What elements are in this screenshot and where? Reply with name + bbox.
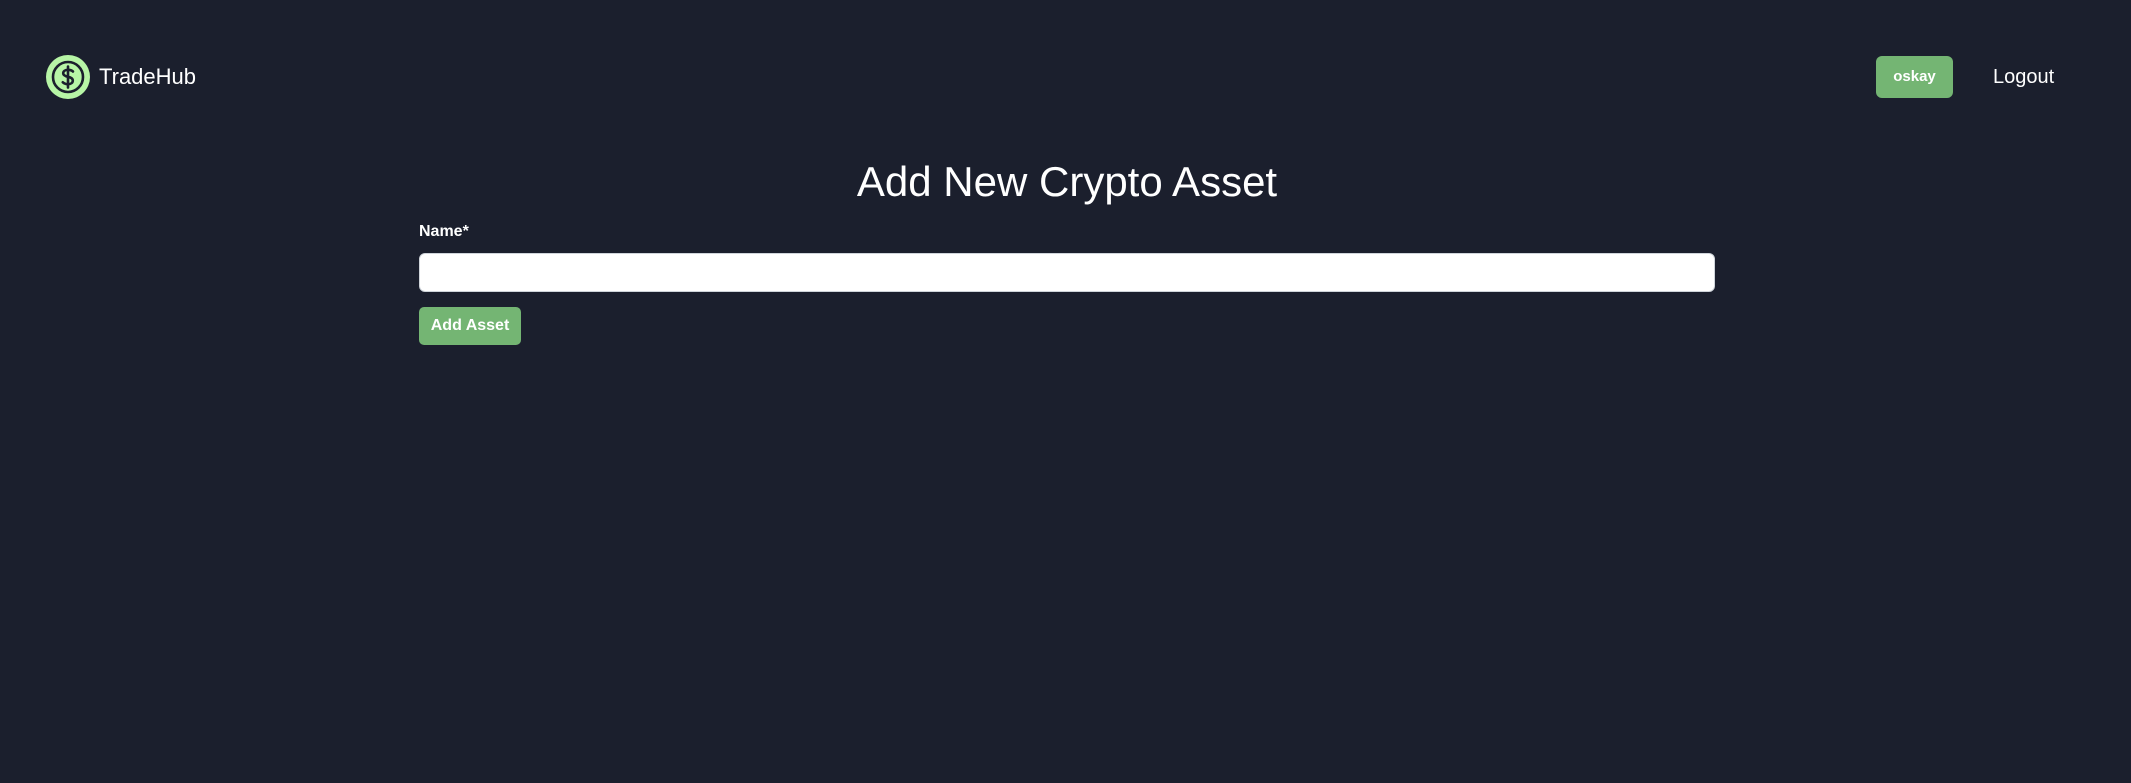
add-asset-form: Name* Add Asset bbox=[419, 222, 1715, 345]
name-input[interactable] bbox=[419, 253, 1715, 292]
user-profile-button[interactable]: oskay bbox=[1876, 56, 1953, 98]
page: TradeHub oskay Logout Add New Crypto Ass… bbox=[0, 0, 2131, 783]
navbar: TradeHub oskay Logout bbox=[0, 0, 2131, 152]
page-title: Add New Crypto Asset bbox=[856, 158, 1278, 205]
dollar-coin-icon bbox=[46, 55, 90, 99]
brand-link[interactable]: TradeHub bbox=[46, 55, 196, 99]
add-asset-button[interactable]: Add Asset bbox=[419, 307, 521, 345]
name-field-label: Name* bbox=[419, 223, 469, 240]
logout-link[interactable]: Logout bbox=[1993, 56, 2054, 98]
main-content: Add New Crypto Asset Name* Add Asset bbox=[419, 152, 1715, 345]
brand-name: TradeHub bbox=[99, 64, 197, 89]
